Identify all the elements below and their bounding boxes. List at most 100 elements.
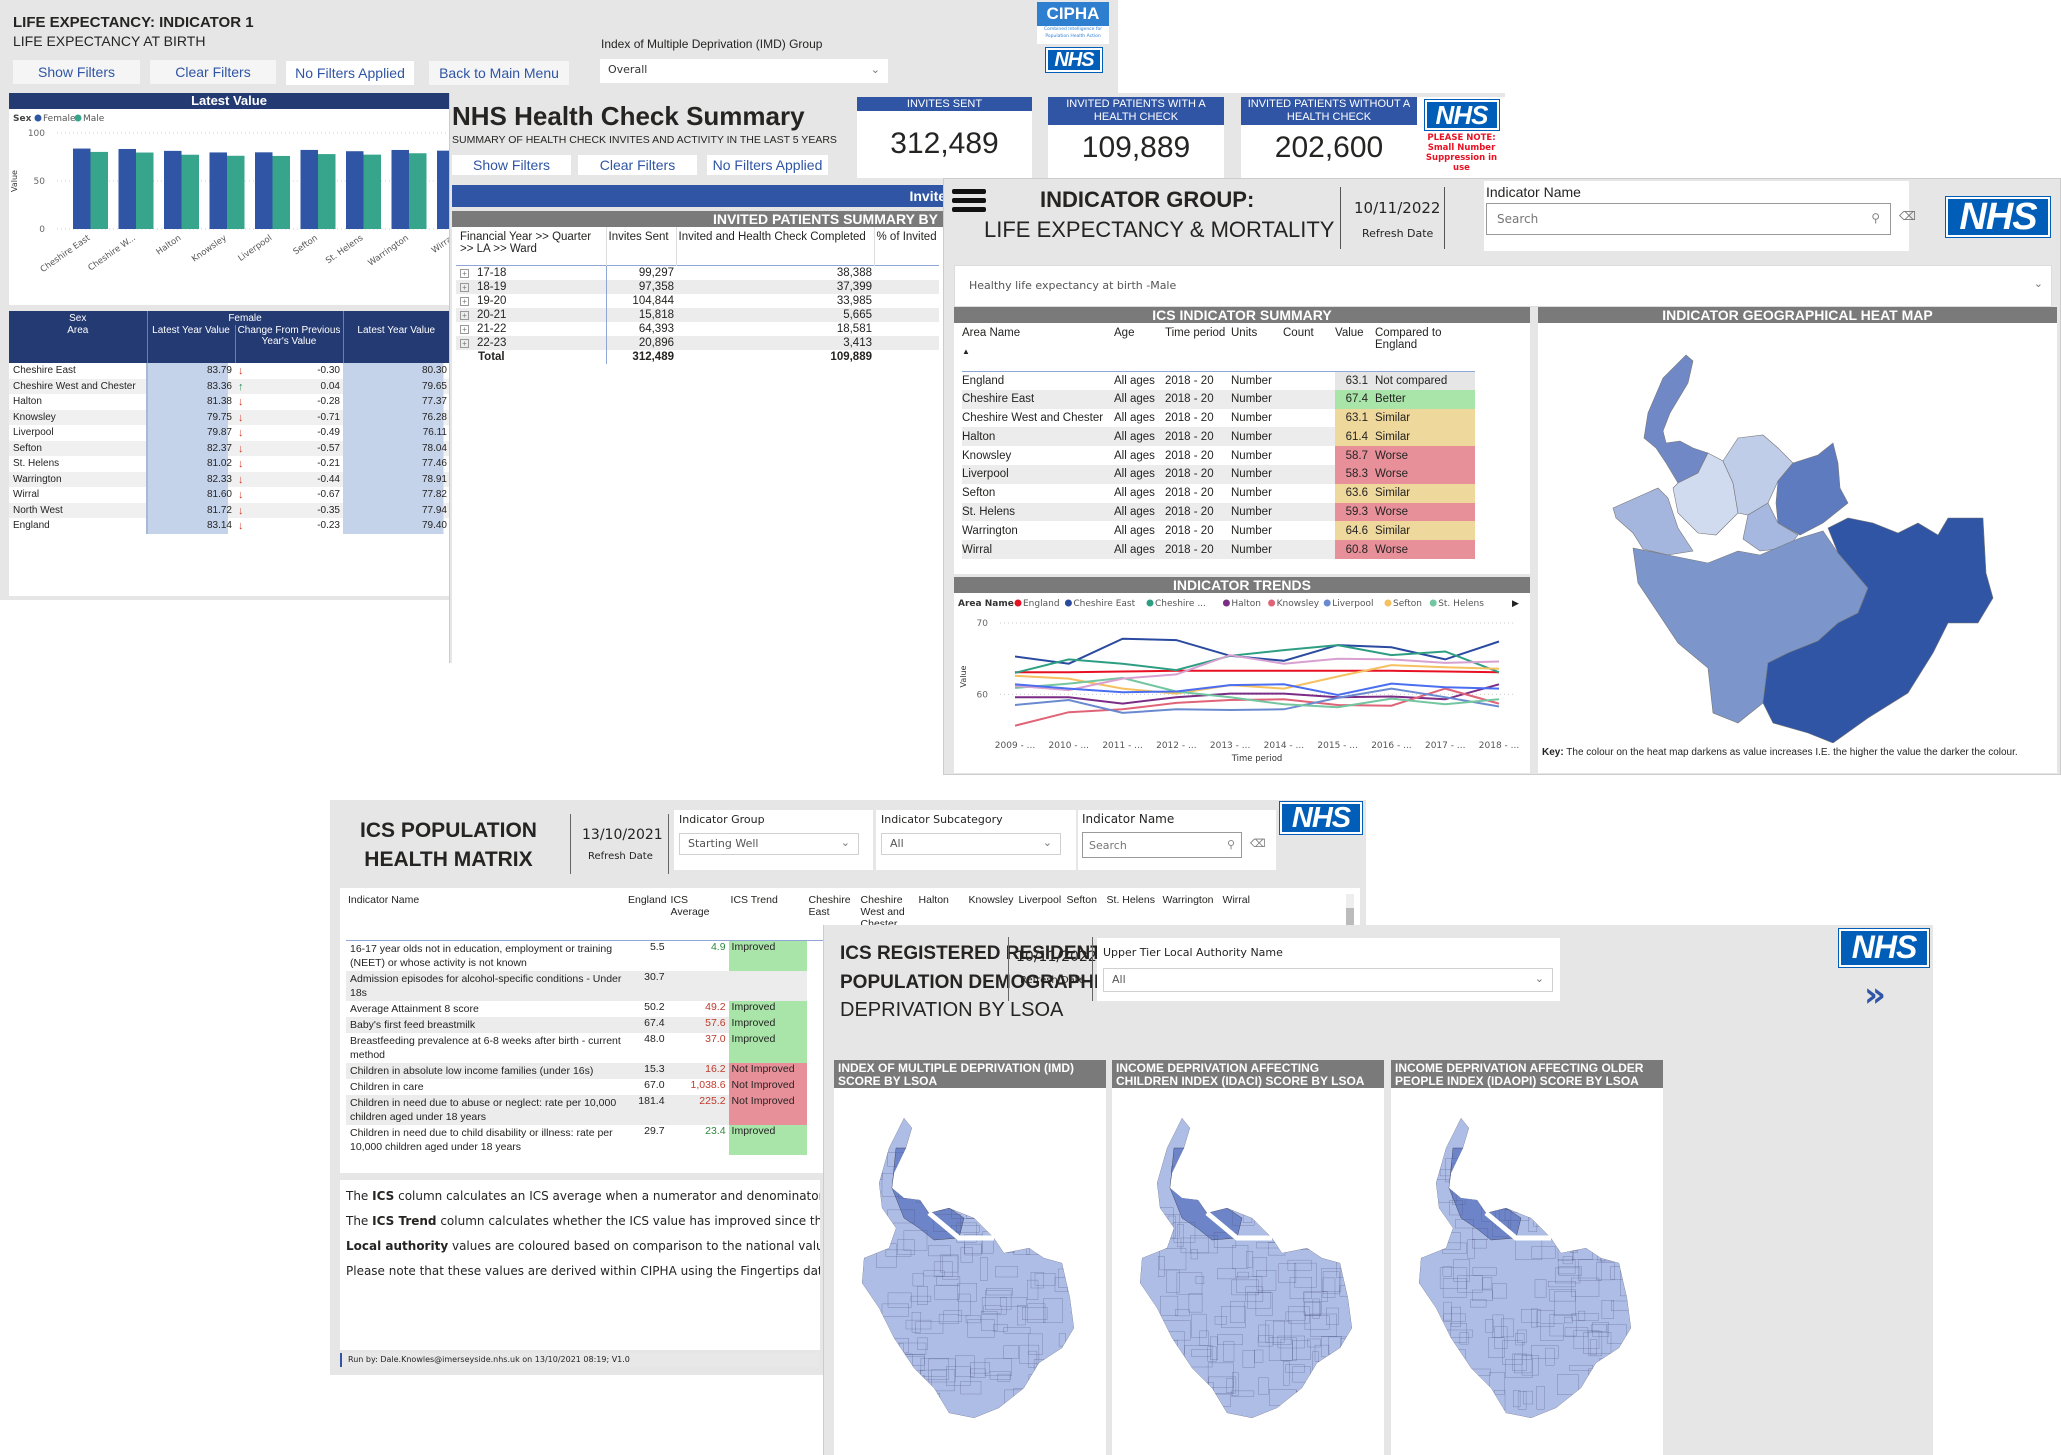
table-row[interactable]: +21-22 64,393 18,581 [456, 321, 939, 336]
expand-icon[interactable]: + [460, 268, 469, 278]
bar-female[interactable] [255, 152, 273, 229]
sort-ascending-icon[interactable]: ▲ [962, 347, 1114, 356]
matrix-search-input[interactable]: Search ⚲ [1082, 832, 1242, 858]
age-cell: All ages [1114, 487, 1155, 500]
health-check-subtitle: SUMMARY OF HEALTH CHECK INVITES AND ACTI… [452, 134, 837, 146]
bar-male[interactable] [318, 154, 336, 229]
hc-filter-status-button[interactable]: No Filters Applied [707, 155, 828, 175]
table-row[interactable]: +17-18 99,297 38,388 [456, 265, 939, 280]
table-row[interactable]: North West 81.72 ↓ -0.35 77.94 [9, 502, 449, 518]
expand-icon[interactable]: + [460, 324, 469, 334]
table-row[interactable]: St. Helens 81.02 ↓ -0.21 77.46 [9, 456, 449, 472]
show-filters-button[interactable]: Show Filters [13, 60, 140, 84]
table-row[interactable]: Cheshire West and Chester All ages 2018 … [962, 408, 1475, 428]
table-row[interactable]: St. Helens All ages 2018 - 20 Number 59.… [962, 502, 1475, 522]
series-line-st-helens[interactable] [1014, 676, 1500, 709]
col-header-completed: Invited and Health Check Completed [675, 227, 874, 265]
eraser-icon[interactable]: ⌫ [1250, 837, 1266, 850]
legend-marker [1064, 599, 1072, 607]
bar-male[interactable] [409, 153, 427, 229]
table-row[interactable]: Cheshire East 83.79 ↓ -0.30 80.30 [9, 363, 449, 379]
table-row[interactable]: Halton All ages 2018 - 20 Number 61.4 Si… [962, 427, 1475, 447]
comparison-cell: Similar [1371, 483, 1475, 503]
indicator-search-input[interactable]: Search ⚲ [1486, 203, 1891, 235]
table-row[interactable]: Cheshire West and Chester 83.36 ↑ 0.04 79… [9, 378, 449, 394]
period-cell: 2018 - 20 [1165, 411, 1214, 424]
table-row[interactable]: Warrington All ages 2018 - 20 Number 64.… [962, 521, 1475, 541]
lsoa-region-outline[interactable] [1140, 1118, 1352, 1418]
la-dropdown[interactable]: All ⌄ [1103, 968, 1553, 992]
comparison-cell: Similar [1371, 521, 1475, 541]
search-icon: ⚲ [1226, 838, 1235, 851]
legend-next-icon[interactable]: ▶ [1512, 599, 1519, 609]
bar-female[interactable] [300, 149, 319, 229]
area-cell: Knowsley [9, 409, 148, 425]
indicator-dropdown[interactable]: Healthy life expectancy at birth -Male ⌄ [954, 265, 2052, 307]
ics-trend-cell: Improved [728, 1124, 807, 1155]
table-row[interactable]: Knowsley 79.75 ↓ -0.71 76.28 [9, 409, 449, 425]
col-header-change: Change From Previous Year's Value [235, 325, 344, 363]
hamburger-menu-icon[interactable] [952, 189, 986, 215]
filter-status-button[interactable]: No Filters Applied [286, 61, 414, 85]
expand-icon[interactable]: + [460, 282, 469, 292]
table-row[interactable]: Sefton All ages 2018 - 20 Number 63.6 Si… [962, 483, 1475, 503]
small-number-note: PLEASE NOTE: Small Number Suppression in… [1425, 133, 1498, 173]
expand-icon[interactable]: + [460, 310, 469, 320]
clear-filters-button[interactable]: Clear Filters [150, 60, 276, 84]
bar-female[interactable] [118, 148, 137, 229]
legend-label: Cheshire ... [1155, 599, 1206, 609]
hc-show-filters-button[interactable]: Show Filters [452, 155, 571, 175]
table-row[interactable]: +18-19 97,358 37,399 [456, 279, 939, 294]
x-tick-label: 2013 - ... [1210, 741, 1250, 751]
hc-clear-filters-button[interactable]: Clear Filters [578, 155, 697, 175]
bar-female[interactable] [346, 151, 364, 229]
bar-female[interactable] [209, 152, 228, 229]
col-header-units: Units [1231, 327, 1258, 339]
table-row[interactable]: Halton 81.38 ↓ -0.28 77.37 [9, 394, 449, 410]
table-row[interactable]: Warrington 82.33 ↓ -0.44 78.91 [9, 471, 449, 487]
col-header: England [628, 894, 667, 906]
eraser-icon[interactable]: ⌫ [1899, 209, 1916, 223]
table-row[interactable]: Cheshire East All ages 2018 - 20 Number … [962, 389, 1475, 409]
ics-average-cell: 225.2 [699, 1094, 726, 1107]
table-row[interactable]: England 83.14 ↓ -0.23 79.40 [9, 518, 449, 534]
expand-icon[interactable]: + [460, 338, 469, 348]
bar-male[interactable] [181, 154, 200, 229]
bar-female[interactable] [391, 149, 410, 229]
table-row[interactable]: +19-20 104,844 33,985 [456, 293, 939, 308]
area-cell: Sefton [962, 487, 996, 500]
table-row[interactable]: Liverpool 79.87 ↓ -0.49 76.11 [9, 425, 449, 441]
x-tick-label: Knowsley [190, 233, 229, 264]
bar-female[interactable] [437, 150, 449, 229]
col-header: ICS Average [670, 894, 710, 918]
region-sefton[interactable] [1643, 354, 1709, 484]
bar-male[interactable] [227, 155, 245, 229]
area-cell: North West [9, 502, 148, 518]
bar-female[interactable] [164, 150, 182, 229]
table-row[interactable]: Sefton 82.37 ↓ -0.57 78.04 [9, 440, 449, 456]
bar-male[interactable] [272, 155, 291, 229]
table-row[interactable]: +22-23 20,896 3,413 [456, 335, 939, 350]
table-row[interactable]: Knowsley All ages 2018 - 20 Number 58.7 … [962, 446, 1475, 465]
table-row[interactable]: +20-21 15,818 5,665 [456, 307, 939, 322]
age-cell: All ages [1114, 524, 1155, 537]
lsoa-region-outline[interactable] [862, 1118, 1074, 1418]
indicator-group-dropdown[interactable]: Starting Well ⌄ [679, 833, 859, 855]
bar-male[interactable] [90, 151, 109, 229]
series-line-england[interactable] [1015, 669, 1500, 674]
table-row[interactable]: Wirral 81.60 ↓ -0.67 77.82 [9, 487, 449, 503]
expand-icon[interactable]: + [460, 296, 469, 306]
double-chevron-right-icon[interactable]: » [1864, 975, 1886, 1015]
imd-group-dropdown[interactable]: Overall ⌄ [600, 59, 888, 83]
table-row[interactable]: Wirral All ages 2018 - 20 Number 60.8 Wo… [962, 540, 1475, 559]
back-to-main-menu-button[interactable]: Back to Main Menu [429, 61, 569, 85]
table-row[interactable]: England All ages 2018 - 20 Number 63.1 N… [962, 371, 1475, 390]
indicator-group-title: INDICATOR GROUP: [1040, 187, 1255, 212]
geo-heat-map-header: INDICATOR GEOGRAPHICAL HEAT MAP [1538, 307, 2057, 323]
ics-trend-cell: Improved [728, 1032, 807, 1063]
bar-male[interactable] [136, 152, 154, 229]
table-row[interactable]: Liverpool All ages 2018 - 20 Number 58.3… [962, 464, 1475, 484]
bar-male[interactable] [363, 154, 382, 229]
bar-female[interactable] [73, 148, 91, 229]
indicator-subcategory-dropdown[interactable]: All ⌄ [881, 833, 1061, 855]
